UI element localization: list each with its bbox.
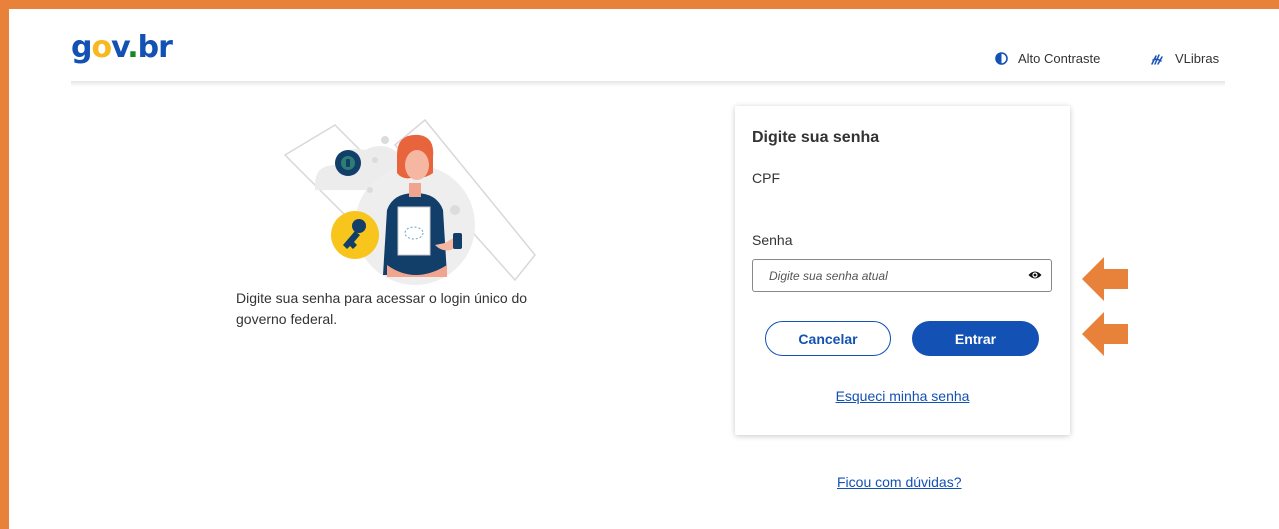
cpf-label: CPF: [752, 170, 780, 186]
vlibras-button[interactable]: VLibras: [1150, 51, 1219, 66]
login-illustration: [283, 118, 536, 285]
vlibras-label: VLibras: [1175, 51, 1220, 66]
login-card: Digite sua senha CPF Senha Cancelar Entr…: [735, 106, 1070, 435]
enter-button[interactable]: Entrar: [912, 321, 1039, 356]
annotation-frame-top: [0, 0, 1279, 9]
password-input[interactable]: [753, 260, 1029, 291]
annotation-frame-left: [0, 0, 9, 529]
show-password-eye-icon[interactable]: [1028, 270, 1042, 280]
annotation-arrow-left-icon: [1082, 312, 1128, 356]
contrast-icon: [995, 52, 1008, 65]
forgot-password-link[interactable]: Esqueci minha senha: [735, 388, 1070, 404]
card-title: Digite sua senha: [752, 129, 880, 146]
sign-language-icon: [1151, 53, 1163, 65]
header-divider: [71, 81, 1225, 87]
help-link[interactable]: Ficou com dúvidas?: [837, 474, 962, 490]
cancel-button[interactable]: Cancelar: [765, 321, 891, 356]
annotation-arrow-left-icon: [1082, 257, 1128, 301]
high-contrast-toggle[interactable]: Alto Contraste: [995, 51, 1100, 66]
govbr-logo[interactable]: gov.br: [71, 30, 173, 66]
high-contrast-label: Alto Contraste: [1018, 51, 1101, 66]
password-field[interactable]: [752, 259, 1052, 292]
intro-text: Digite sua senha para acessar o login ún…: [236, 290, 528, 327]
password-label: Senha: [752, 232, 793, 248]
